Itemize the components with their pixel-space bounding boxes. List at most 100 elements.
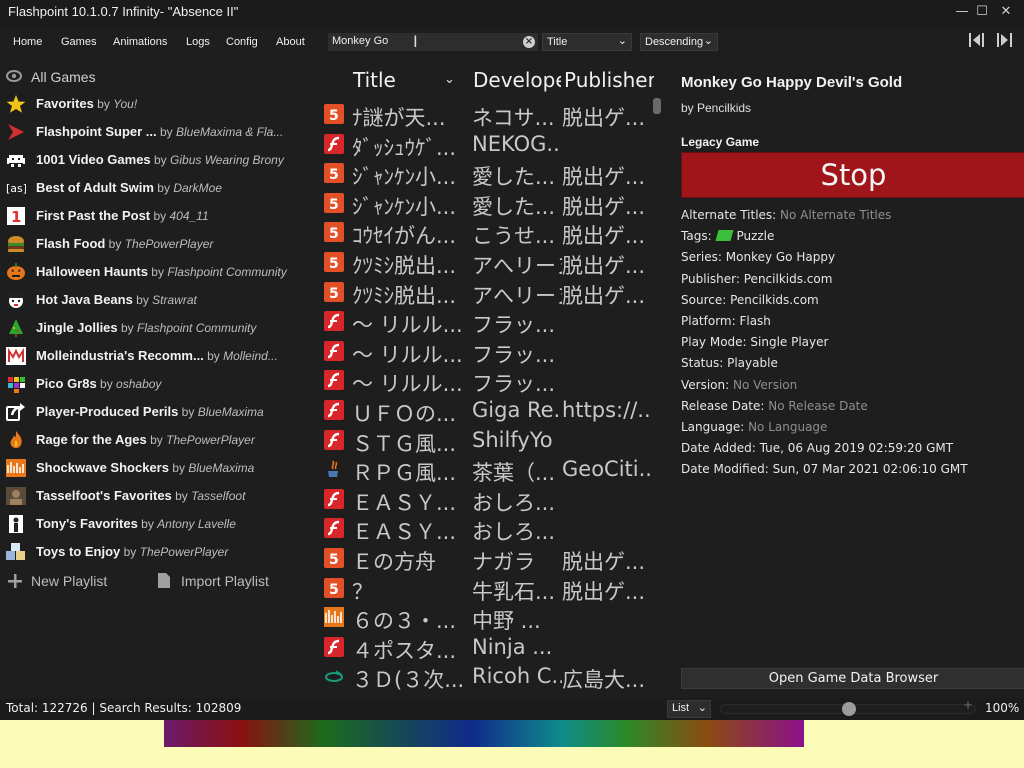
zoom-slider[interactable] <box>720 702 976 716</box>
game-row[interactable]: 5 ｼﾞｬﾝｹﾝ小... 愛した... 脱出ゲ... <box>318 189 654 219</box>
game-row[interactable]: 5 ？ 牛乳石... 脱出ゲ... <box>318 574 654 604</box>
game-row[interactable]: 5 ｺｳｾｲがん... こうせ... 脱出ゲ... <box>318 218 654 248</box>
detail-field-label: Play Mode: <box>681 335 751 350</box>
game-row[interactable]: ＥＡＳＹ... おしろ... <box>318 485 654 515</box>
game-developer-cell: ShilfyYo <box>472 427 553 452</box>
all-games-item[interactable]: All Games <box>0 62 312 90</box>
playlist-author: BlueMaxima <box>197 405 264 419</box>
playlist-by: by <box>117 321 137 335</box>
playlist-item[interactable]: 1001 Video Games by Gibus Wearing Brony <box>0 146 312 174</box>
menu-home[interactable]: Home <box>13 36 42 48</box>
detail-field-value[interactable]: Puzzle <box>736 229 774 243</box>
game-row[interactable]: ～ リルル... フラッ... <box>318 366 654 396</box>
flash-platform-icon <box>324 370 344 391</box>
minimize-icon[interactable]: — <box>952 3 972 21</box>
flash-icon <box>324 518 344 539</box>
number-one-icon: 1 <box>6 207 26 226</box>
game-row[interactable]: ＳＴＧ風... ShilfyYo <box>318 426 654 456</box>
detail-field: Version: No Version <box>681 378 797 392</box>
space-invader-icon <box>6 151 26 169</box>
maximize-icon[interactable]: ☐ <box>972 3 992 21</box>
game-publisher-cell: https://... <box>562 398 654 422</box>
menu-config[interactable]: Config <box>226 36 258 48</box>
game-row[interactable]: ～ リルル... フラッ... <box>318 307 654 337</box>
game-list-scrollbar[interactable] <box>651 98 663 698</box>
playlist-title: Best of Adult Swim <box>36 180 154 195</box>
collapse-left-sidebar-icon[interactable] <box>968 32 986 48</box>
playlist-item[interactable]: 1 First Past the Post by 404_11 <box>0 202 312 230</box>
playlist-author: Flashpoint Community <box>167 265 287 279</box>
game-row[interactable]: ３Ｄ(３次... Ricoh C... 広島大... <box>318 662 654 692</box>
stop-button[interactable]: Stop <box>681 152 1024 198</box>
playlist-item[interactable]: Toys to Enjoy by ThePowerPlayer <box>0 538 312 566</box>
playlist-item[interactable]: Halloween Haunts by Flashpoint Community <box>0 258 312 286</box>
menu-about[interactable]: About <box>276 36 305 48</box>
game-developer-cell: Giga Re... <box>472 398 562 422</box>
playlist-item[interactable]: Player-Produced Perils by BlueMaxima <box>0 398 312 426</box>
order-direction-select[interactable]: Descending ⌄ <box>640 33 718 51</box>
detail-field-value: Pencilkids.com <box>743 271 833 286</box>
view-mode-select[interactable]: List ⌄ <box>667 700 711 718</box>
zoom-slider-thumb[interactable] <box>842 702 856 716</box>
game-row[interactable]: 5 ｸﾂﾐｼ脱出... アへリーヌ脱出ゲ... <box>318 248 654 278</box>
game-row[interactable]: ﾀﾞｯｼｭｳｹﾞ... NEKOG... <box>318 130 654 160</box>
playlist-item[interactable]: Flashpoint Super ... by BlueMaxima & Fla… <box>0 118 312 146</box>
playlist-item[interactable]: Molleindustria's Recomm... by Molleind..… <box>0 342 312 370</box>
game-row[interactable]: ＥＡＳＹ... おしろ... <box>318 514 654 544</box>
playlist-by: by <box>132 293 153 307</box>
playlist-item[interactable]: Shockwave Shockers by BlueMaxima <box>0 454 312 482</box>
detail-field: Tags: Puzzle <box>681 229 774 243</box>
mascot-icon <box>6 291 26 309</box>
menu-games[interactable]: Games <box>61 36 96 48</box>
detail-field-value: Pencilkids.com <box>730 292 819 307</box>
playlist-item[interactable]: Favorites by You! <box>0 90 312 118</box>
share-arrow-icon <box>6 403 26 421</box>
game-title-cell: ﾅ謎が天... <box>352 106 446 130</box>
detail-field: Date Added: Tue, 06 Aug 2019 02:59:20 GM… <box>681 441 953 455</box>
playlist-author: DarkMoe <box>173 181 222 195</box>
playlist-item[interactable]: Rage for the Ages by ThePowerPlayer <box>0 426 312 454</box>
playlist-by: by <box>153 181 174 195</box>
playlist-title: Molleindustria's Recomm... <box>36 348 204 363</box>
detail-field-label: Series: <box>681 250 726 265</box>
playlist-item[interactable]: Flash Food by ThePowerPlayer <box>0 230 312 258</box>
order-by-select[interactable]: Title ⌄ <box>542 33 632 51</box>
playlist-item[interactable]: Hot Java Beans by Strawrat <box>0 286 312 314</box>
column-header-publisher[interactable]: Publisher <box>564 68 654 92</box>
playlist-item[interactable]: [as] Best of Adult Swim by DarkMoe <box>0 174 312 202</box>
search-input[interactable]: Monkey Go × <box>328 33 538 51</box>
zoom-in-icon[interactable]: + <box>963 698 973 712</box>
game-row[interactable]: ～ リルル... フラッ... <box>318 337 654 367</box>
game-title-cell: ４ポスタ... <box>352 638 457 663</box>
new-playlist-label: New Playlist <box>31 573 108 589</box>
close-icon[interactable]: ✕ <box>996 3 1016 21</box>
game-row[interactable]: 5 ｼﾞｬﾝｹﾝ小... 愛した... 脱出ゲ... <box>318 159 654 189</box>
collapse-right-sidebar-icon[interactable] <box>996 32 1014 48</box>
playlist-item[interactable]: Jingle Jollies by Flashpoint Community <box>0 314 312 342</box>
game-row[interactable]: 5 ｸﾂﾐｼ脱出... アへリーヌ脱出ゲ... <box>318 278 654 308</box>
game-row[interactable]: ＵＦＯの... Giga Re...https://... <box>318 396 654 426</box>
star-icon <box>6 95 26 113</box>
playlist-label: Tony's Favorites by Antony Lavelle <box>36 516 236 531</box>
menu-logs[interactable]: Logs <box>186 36 210 48</box>
chevron-down-icon: ⌄ <box>703 34 713 47</box>
game-row[interactable]: ６の３・... 中野 ... <box>318 603 654 633</box>
playlist-item[interactable]: Tasselfoot's Favorites by Tasselfoot <box>0 482 312 510</box>
playlist-title: Tony's Favorites <box>36 516 138 531</box>
playlist-item[interactable]: Pico Gr8s by oshaboy <box>0 370 312 398</box>
menu-animations[interactable]: Animations <box>113 36 167 48</box>
playlist-author: Antony Lavelle <box>157 517 236 531</box>
scroll-thumb[interactable] <box>653 98 661 114</box>
playlist-item[interactable]: Tony's Favorites by Antony Lavelle <box>0 510 312 538</box>
game-row[interactable]: 5 Ｅの方舟 ナガラ 脱出ゲ... <box>318 544 654 574</box>
open-game-data-browser-button[interactable]: Open Game Data Browser <box>681 668 1024 689</box>
window-title: Flashpoint 10.1.0.7 Infinity- "Absence I… <box>8 4 239 19</box>
column-header-developer[interactable]: Develope <box>473 68 561 92</box>
plus-icon <box>8 574 22 588</box>
game-row[interactable]: ４ポスタ... Ninja ... <box>318 633 654 663</box>
clear-search-icon[interactable]: × <box>523 36 535 48</box>
game-row[interactable]: 5 ﾅ謎が天... ネコサ... 脱出ゲ... <box>318 100 654 130</box>
game-row[interactable]: ＲＰＧ風... 茶葉（... GeoCiti... <box>318 455 654 485</box>
flash-icon <box>324 370 344 391</box>
detail-field: Alternate Titles: No Alternate Titles <box>681 208 891 222</box>
